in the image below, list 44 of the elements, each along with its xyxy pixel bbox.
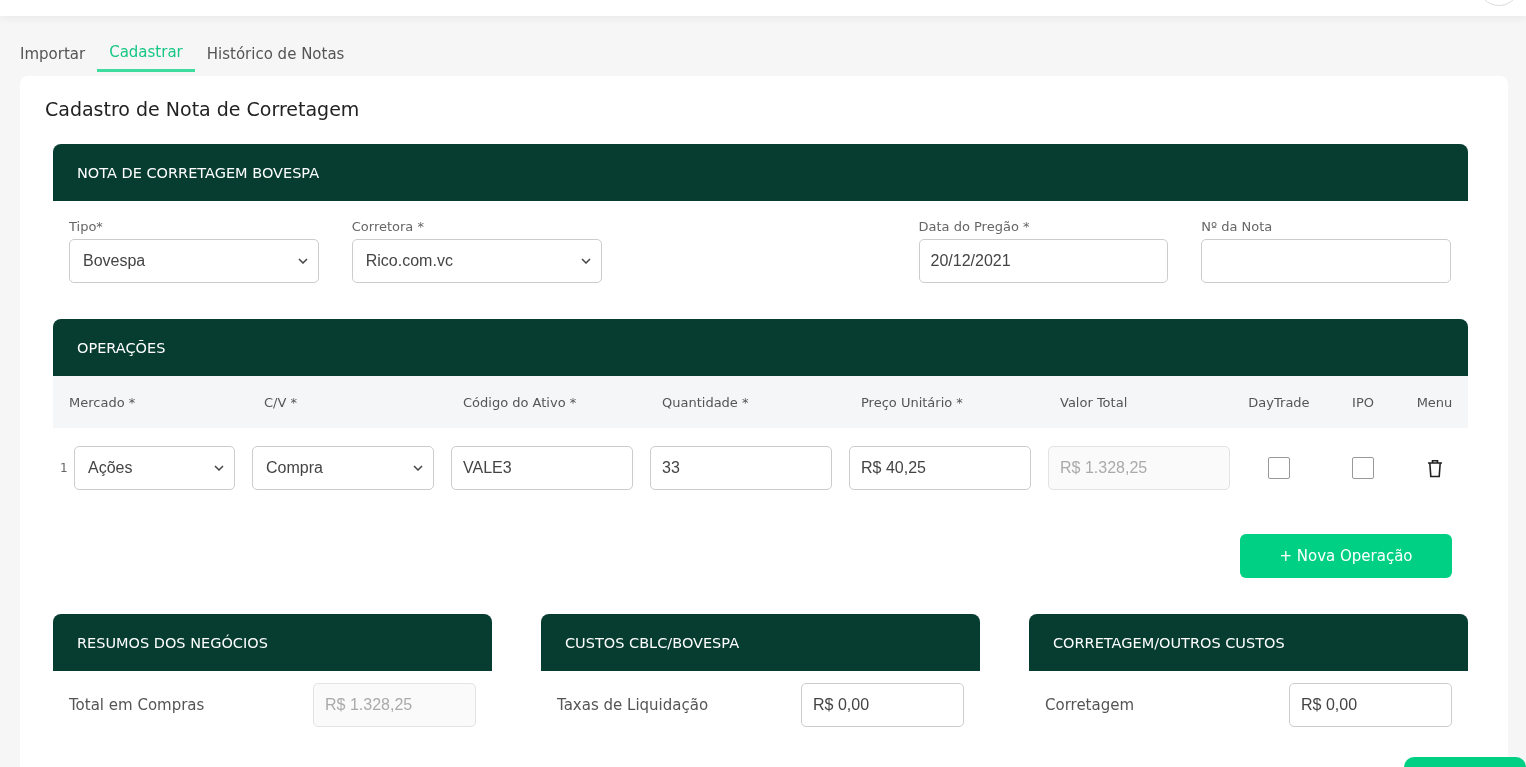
field-label: Tipo*	[69, 219, 104, 234]
column-header: Valor Total	[1059, 394, 1129, 410]
column-header: C/V *	[263, 394, 298, 410]
chevron-down-icon	[214, 465, 224, 471]
input-field[interactable]: 33	[650, 446, 832, 490]
section-header: CUSTOS CBLC/BOVESPA	[541, 614, 980, 671]
field-label: Data do Pregão *	[918, 219, 1031, 234]
chevron-down-icon	[297, 258, 308, 264]
input-field[interactable]: VALE3	[451, 446, 633, 490]
trash-icon[interactable]	[1426, 458, 1443, 478]
tab[interactable]: Histórico de Notas	[194, 36, 357, 74]
section-header: NOTA DE CORRETAGEM BOVESPA	[53, 144, 1468, 201]
section-header: CORRETAGEM/OUTROS CUSTOS	[1029, 614, 1468, 671]
column-header: Preço Unitário *	[860, 394, 964, 410]
page-title: Cadastro de Nota de Corretagem	[45, 98, 361, 120]
input-field[interactable]: 20/12/2021	[918, 239, 1169, 283]
select-field[interactable]: Ações	[74, 446, 235, 490]
field-label: Total em Compras	[69, 696, 205, 714]
field-label: Nº da Nota	[1201, 219, 1274, 234]
select-field[interactable]: Bovespa	[69, 239, 319, 283]
checkbox[interactable]	[1268, 457, 1290, 479]
input-field[interactable]: R$ 40,25	[849, 446, 1031, 490]
column-header: Código do Ativo *	[462, 394, 578, 410]
field-label: Corretagem	[1045, 696, 1135, 714]
tab[interactable]: Importar	[8, 36, 98, 74]
column-header: IPO	[1351, 394, 1375, 410]
select-field[interactable]: Rico.com.vc	[351, 239, 602, 283]
field-label: Taxas de Liquidação	[557, 696, 709, 714]
section-header: RESUMOS DOS NEGÓCIOS	[53, 614, 492, 671]
select-field[interactable]: Compra	[252, 446, 434, 490]
section-header: OPERAÇÕES	[53, 319, 1468, 376]
column-header: Mercado *	[68, 394, 137, 410]
checkbox[interactable]	[1352, 457, 1374, 479]
chat-button[interactable]	[1404, 757, 1526, 767]
chevron-down-icon	[580, 258, 591, 264]
row-number: 1	[60, 461, 69, 475]
field-label: Corretora *	[351, 219, 425, 234]
column-header: DayTrade	[1247, 394, 1311, 410]
input-field[interactable]	[1201, 239, 1451, 283]
input-field[interactable]: R$ 0,00	[801, 683, 964, 727]
column-header: Menu	[1415, 394, 1454, 410]
chevron-down-icon	[413, 465, 423, 471]
column-header: Quantidade *	[661, 394, 750, 410]
input-field[interactable]: R$ 0,00	[1289, 683, 1452, 727]
